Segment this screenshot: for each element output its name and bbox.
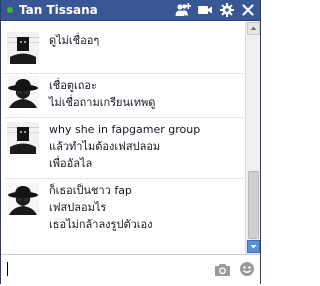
- video-call-icon[interactable]: [197, 2, 213, 18]
- message-input[interactable]: [1, 255, 213, 286]
- message-line: ดูไม่เชื่ออๆ: [49, 34, 100, 47]
- divider: [5, 117, 243, 118]
- add-friend-icon[interactable]: [175, 2, 191, 18]
- divider: [5, 178, 243, 179]
- message-text: เชื่อตูเถอะ ไม่เชื่อถามเกรียนเทพดู: [49, 77, 155, 111]
- scroll-up-arrow-icon[interactable]: [247, 22, 260, 35]
- message-list[interactable]: ดูไม่เชื่ออๆ เชื่อตูเถอะ ไม่เชื่อถามเกรี…: [1, 21, 245, 254]
- anonymous-avatar[interactable]: [7, 32, 39, 64]
- sticker-icon[interactable]: [239, 261, 255, 277]
- message-line: why she in fapgamer group: [49, 123, 201, 136]
- message-line: เพื่ออัลไล: [49, 157, 93, 170]
- spy-hat-avatar[interactable]: [7, 76, 39, 108]
- chat-titlebar[interactable]: Tan Tissana: [1, 0, 260, 21]
- online-status-icon: [7, 7, 13, 13]
- camera-icon[interactable]: [214, 262, 231, 277]
- message-text: ก็เธอเป็นชาว fap เฟสปลอมไร เธอไม่กล้าลงร…: [49, 182, 153, 233]
- message-line: ก็เธอเป็นชาว fap: [49, 184, 132, 197]
- message-text: ดูไม่เชื่ออๆ: [49, 32, 99, 49]
- chat-window: Tan Tissana ดูไม่เชื่ออๆ เชื่อตูเถอะ ไม่…: [0, 0, 261, 286]
- message-line: เธอไม่กล้าลงรูปตัวเอง: [49, 218, 153, 231]
- contact-name-text[interactable]: Tan Tissana: [19, 3, 98, 17]
- close-icon[interactable]: [240, 2, 256, 18]
- divider: [5, 73, 243, 74]
- message-line: เชื่อตูเถอะ: [49, 79, 97, 92]
- spy-hat-avatar[interactable]: [7, 183, 39, 215]
- scroll-thumb[interactable]: [248, 171, 259, 239]
- settings-gear-icon[interactable]: [219, 2, 235, 18]
- scroll-down-arrow-icon[interactable]: [247, 240, 260, 253]
- anonymous-avatar[interactable]: [7, 122, 39, 154]
- contact-name[interactable]: Tan Tissana: [7, 0, 98, 20]
- message-composer: [1, 254, 260, 286]
- message-text: why she in fapgamer group แล้วทำไมต้องเฟ…: [49, 121, 200, 172]
- message-line: แล้วทำไมต้องเฟสปลอม: [49, 140, 161, 153]
- message-scrollbar[interactable]: [245, 21, 260, 254]
- message-line: ไม่เชื่อถามเกรียนเทพดู: [49, 96, 156, 109]
- message-line: เฟสปลอมไร: [49, 201, 107, 214]
